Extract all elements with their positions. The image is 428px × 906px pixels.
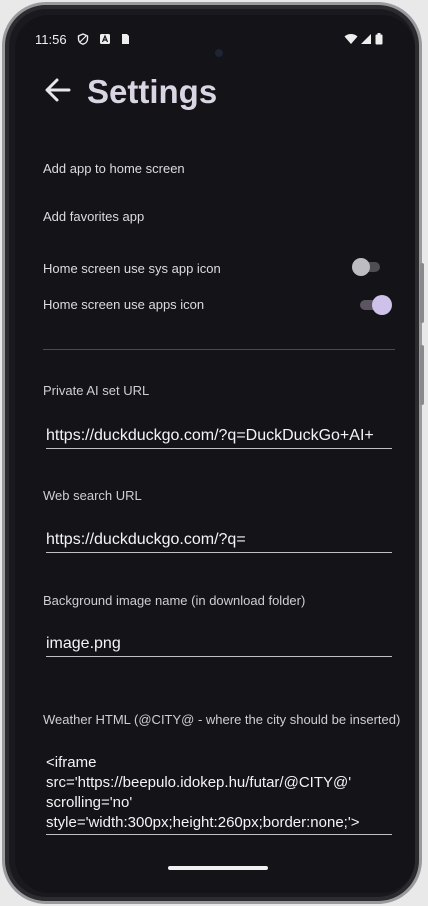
sim-card-icon <box>122 34 129 44</box>
back-arrow-icon[interactable] <box>43 75 73 105</box>
gesture-nav-bar[interactable] <box>168 866 268 870</box>
front-camera <box>212 46 226 60</box>
add-favorites-app-item[interactable]: Add favorites app <box>43 209 144 224</box>
web-search-url-label: Web search URL <box>43 488 142 503</box>
add-to-home-screen-item[interactable]: Add app to home screen <box>43 161 185 176</box>
bg-image-field[interactable]: image.png <box>46 635 392 657</box>
signal-icon <box>361 34 371 44</box>
battery-icon <box>375 33 383 45</box>
volume-button <box>420 263 424 323</box>
status-time: 11:56 <box>35 32 67 47</box>
bg-image-label: Background image name (in download folde… <box>43 593 306 608</box>
wifi-icon <box>344 34 358 44</box>
ai-url-label: Private AI set URL <box>43 383 150 398</box>
toggle-thumb <box>352 258 370 276</box>
apps-icon-label: Home screen use apps icon <box>43 297 205 312</box>
toggle-thumb <box>372 295 392 315</box>
a-badge-icon <box>100 34 110 44</box>
weather-html-label: Weather HTML (@CITY@ - where the city sh… <box>43 712 401 727</box>
sys-app-icon-toggle[interactable] <box>352 257 384 277</box>
section-divider <box>43 349 395 350</box>
shield-icon <box>77 33 89 45</box>
apps-icon-toggle[interactable] <box>360 295 394 315</box>
screen: 11:56 Settings Add app to home screen Ad… <box>15 15 415 893</box>
sys-app-icon-label: Home screen use sys app icon <box>43 261 221 276</box>
device-frame: 11:56 Settings Add app to home screen Ad… <box>2 2 424 904</box>
page-title: Settings <box>87 73 218 110</box>
web-search-url-field[interactable]: https://duckduckgo.com/?q= <box>46 531 392 553</box>
weather-html-field[interactable]: <iframe src='https://beepulo.idokep.hu/f… <box>46 753 392 835</box>
power-button <box>420 345 424 405</box>
ai-url-field[interactable]: https://duckduckgo.com/?q=DuckDuckGo+AI+ <box>46 427 392 449</box>
